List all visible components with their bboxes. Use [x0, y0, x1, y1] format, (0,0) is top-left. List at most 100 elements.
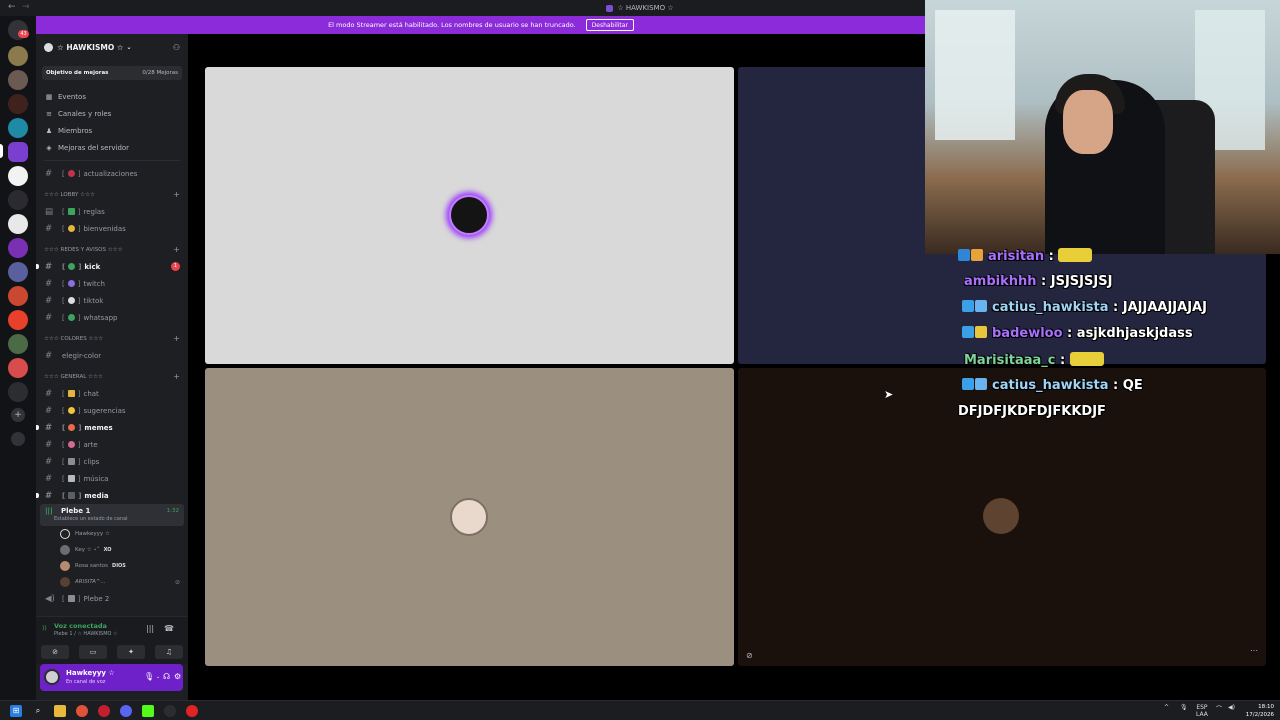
channel-elegir-color[interactable]: # elegir-color — [36, 347, 188, 364]
settings-gear-icon[interactable]: ⚙ — [174, 672, 181, 681]
voice-channel-plebe-1[interactable]: ||| Plebe 1 Establece un estado de canal … — [40, 504, 184, 526]
channel-memes[interactable]: #[] memes — [36, 419, 188, 436]
channel-bienvenidas[interactable]: #[] bienvenidas — [36, 220, 188, 237]
members-icon: ♟ — [45, 126, 53, 135]
wifi-icon[interactable]: ⌒ — [1216, 704, 1222, 713]
server-icon[interactable] — [8, 70, 28, 90]
clock[interactable]: 18:10 17/2/2026 — [1246, 703, 1274, 719]
server-icon[interactable] — [8, 286, 28, 306]
microphone-tray-icon[interactable]: 🎙 — [1180, 704, 1188, 711]
server-icon[interactable] — [8, 118, 28, 138]
channel-sugerencias[interactable]: #[] sugerencias — [36, 402, 188, 419]
server-icon[interactable] — [8, 310, 28, 330]
channel-whatsapp[interactable]: #[] whatsapp — [36, 309, 188, 326]
chevron-down-icon[interactable]: ⌄ — [156, 674, 160, 680]
hash-icon: # — [45, 473, 53, 484]
hash-icon: # — [45, 350, 53, 361]
voice-user[interactable]: Hawkeyyy ☆ — [36, 526, 188, 542]
category-colores[interactable]: ☆☆☆ COLORES ☆☆☆ + — [36, 330, 188, 347]
voice-user[interactable]: Key ☆ ⋆˚ XO — [36, 542, 188, 558]
language-indicator[interactable]: ESP LAA — [1196, 704, 1208, 718]
server-header[interactable]: ☆ HAWKISMO ☆ ⌄ ⚇ — [36, 34, 188, 60]
activities-button[interactable]: ✦ — [117, 645, 145, 659]
server-icon[interactable] — [8, 358, 28, 378]
back-arrow-icon[interactable]: ← — [8, 2, 16, 12]
hash-icon: # — [45, 261, 53, 272]
avatar[interactable] — [44, 669, 60, 685]
browser-icon[interactable] — [76, 705, 88, 717]
voice-connected-title[interactable]: Voz conectada — [54, 622, 107, 630]
headphones-icon[interactable]: ☊ — [163, 672, 170, 681]
server-icon[interactable] — [8, 46, 28, 66]
channel-reglas[interactable]: ▤[] reglas — [36, 203, 188, 220]
soundboard-button[interactable]: ♫ — [155, 645, 183, 659]
video-tile[interactable] — [205, 67, 734, 364]
video-tile[interactable] — [205, 368, 734, 666]
add-channel-icon[interactable]: + — [173, 372, 180, 381]
channel-clips[interactable]: #[] clips — [36, 453, 188, 470]
server-icon[interactable] — [8, 334, 28, 354]
channel-tiktok[interactable]: #[] tiktok — [36, 292, 188, 309]
menu-members[interactable]: ♟ Miembros — [36, 122, 188, 139]
chat-message: Marisitaaa_c : — [964, 352, 1104, 368]
channel-kick[interactable]: #[] kick 1 — [36, 258, 188, 275]
channel-arte[interactable]: #[] arte — [36, 436, 188, 453]
server-icon[interactable] — [8, 382, 28, 402]
menu-server-boosts[interactable]: ◈ Mejoras del servidor — [36, 139, 188, 156]
avatar — [450, 498, 488, 536]
menu-channels-roles[interactable]: ≡ Canales y roles — [36, 105, 188, 122]
add-server-icon[interactable]: + — [11, 408, 25, 422]
discord-icon[interactable] — [120, 705, 132, 717]
avatar — [983, 498, 1019, 534]
category-redes[interactable]: ☆☆☆ REDES Y AVISOS ☆☆☆ + — [36, 241, 188, 258]
user-name[interactable]: Hawkeyyy ☆ — [66, 669, 115, 677]
voice-connected-subtitle[interactable]: Plebe 1 / ☆ HAWKISMO ☆ — [54, 631, 118, 637]
screen-share-button[interactable]: ▭ — [79, 645, 107, 659]
disconnect-icon[interactable]: ☎ — [164, 624, 174, 633]
menu-events[interactable]: ▦ Eventos — [36, 88, 188, 105]
chevron-up-icon[interactable]: ^ — [1164, 704, 1169, 711]
search-icon[interactable]: ⌕ — [32, 705, 44, 717]
avatar — [60, 545, 70, 555]
server-icon[interactable] — [8, 166, 28, 186]
channel-media[interactable]: #[] media — [36, 487, 188, 504]
voice-user[interactable]: Rosa santos DIOS — [36, 558, 188, 574]
hash-icon: # — [45, 168, 53, 179]
volume-icon[interactable]: ◀) — [1228, 704, 1235, 711]
camera-off-button[interactable]: ⊘ — [41, 645, 69, 659]
deafened-icon: ⊘ — [746, 651, 753, 660]
server-icon[interactable] — [8, 94, 28, 114]
voice-user[interactable]: ARISITA^... ⊘ — [36, 574, 188, 590]
forward-arrow-icon[interactable]: → — [22, 2, 30, 12]
voice-channel-plebe-2[interactable]: ◀)[] Plebe 2 — [36, 590, 188, 607]
disable-streamer-button[interactable]: Deshabilitar — [585, 19, 634, 31]
add-channel-icon[interactable]: + — [173, 190, 180, 199]
add-channel-icon[interactable]: + — [173, 334, 180, 343]
microphone-icon[interactable]: 🎙 — [144, 672, 154, 681]
recording-icon[interactable] — [186, 705, 198, 717]
channel-musica[interactable]: #[] música — [36, 470, 188, 487]
boost-goal[interactable]: Objetivo de mejoras 0/28 Mejoras — [42, 66, 182, 80]
server-icon[interactable] — [8, 238, 28, 258]
add-channel-icon[interactable]: + — [173, 245, 180, 254]
server-icon[interactable] — [8, 262, 28, 282]
server-icon[interactable] — [8, 190, 28, 210]
start-icon[interactable]: ⊞ — [10, 705, 22, 717]
server-icon[interactable] — [8, 214, 28, 234]
channel-twitch[interactable]: #[] twitch — [36, 275, 188, 292]
channel-chat[interactable]: #[] chat — [36, 385, 188, 402]
kick-icon[interactable] — [142, 705, 154, 717]
channel-actualizaciones[interactable]: #[] actualizaciones — [36, 165, 188, 182]
server-icon[interactable] — [8, 142, 28, 162]
file-explorer-icon[interactable] — [54, 705, 66, 717]
noise-suppression-icon[interactable]: ||| — [146, 624, 154, 633]
opera-icon[interactable] — [98, 705, 110, 717]
discover-icon[interactable] — [11, 432, 25, 446]
category-general[interactable]: ☆☆☆ GENERAL ☆☆☆ + — [36, 368, 188, 385]
more-options-icon[interactable]: ⋯ — [1250, 646, 1258, 655]
obs-icon[interactable] — [164, 705, 176, 717]
speaker-icon: ◀) — [45, 593, 55, 604]
invite-people-icon[interactable]: ⚇ — [173, 43, 180, 52]
window-light — [935, 10, 1015, 140]
category-lobby[interactable]: ☆☆☆ LOBBY ☆☆☆ + — [36, 186, 188, 203]
